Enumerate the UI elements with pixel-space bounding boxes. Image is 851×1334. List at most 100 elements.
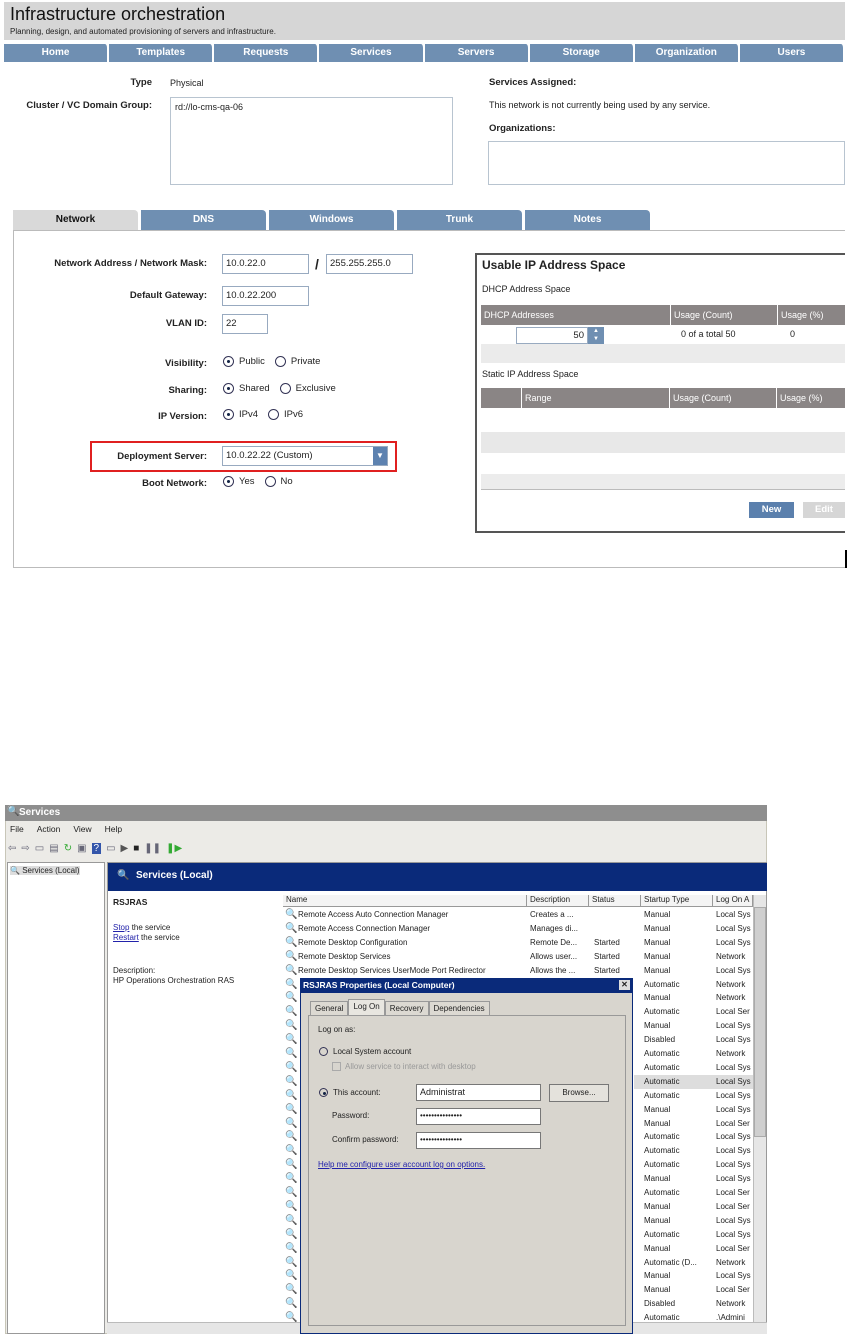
service-status[interactable]: Started: [594, 964, 620, 978]
restart-icon[interactable]: ❚▶: [166, 843, 182, 854]
service-logon[interactable]: Network: [716, 1256, 753, 1270]
allow-interact-checkbox[interactable]: [332, 1062, 341, 1072]
service-logon[interactable]: Local Sys: [716, 964, 753, 978]
service-logon[interactable]: Network: [716, 1047, 753, 1061]
service-description[interactable]: Creates a ...: [530, 908, 574, 922]
service-startup-type[interactable]: Automatic: [644, 1130, 680, 1144]
service-logon[interactable]: Local Ser: [716, 1117, 753, 1131]
network-mask-input[interactable]: 255.255.255.0: [326, 254, 413, 274]
service-description[interactable]: Manages di...: [530, 922, 578, 936]
service-name[interactable]: Remote Access Connection Manager: [298, 922, 430, 936]
confirm-password-input[interactable]: •••••••••••••••: [416, 1132, 541, 1149]
boot-yes-radio[interactable]: [223, 476, 234, 487]
service-logon[interactable]: Local Sys: [716, 1019, 753, 1033]
pause-icon[interactable]: ❚❚: [144, 843, 161, 854]
service-logon[interactable]: Local Sys: [716, 1075, 753, 1089]
service-startup-type[interactable]: Disabled: [644, 1033, 675, 1047]
tab-notes[interactable]: Notes: [525, 210, 650, 230]
tree-item-services-local[interactable]: 🔍 Services (Local): [10, 866, 80, 875]
nav-servers[interactable]: Servers: [424, 44, 530, 62]
service-logon[interactable]: Local Sys: [716, 1089, 753, 1103]
help-icon[interactable]: ?: [91, 843, 102, 854]
service-startup-type[interactable]: Automatic: [644, 1005, 680, 1019]
service-logon[interactable]: Local Sys: [716, 1103, 753, 1117]
chevron-down-icon[interactable]: ▼: [373, 447, 387, 465]
vertical-scrollbar[interactable]: [753, 895, 766, 1323]
tab-windows[interactable]: Windows: [269, 210, 394, 230]
back-icon[interactable]: ⇦: [8, 843, 16, 854]
browse-button[interactable]: Browse...: [549, 1084, 609, 1102]
export-list-icon[interactable]: ▣: [77, 843, 86, 854]
service-logon[interactable]: Local Ser: [716, 1283, 753, 1297]
service-startup-type[interactable]: Manual: [644, 991, 670, 1005]
service-logon[interactable]: Network: [716, 1297, 753, 1311]
scroll-thumb[interactable]: [754, 907, 766, 1137]
service-name[interactable]: Remote Desktop Services: [298, 950, 390, 964]
col-name[interactable]: Name: [283, 895, 527, 907]
service-logon[interactable]: Local Sys: [716, 1172, 753, 1186]
this-account-option[interactable]: This account:: [319, 1088, 381, 1098]
service-startup-type[interactable]: Manual: [644, 964, 670, 978]
service-startup-type[interactable]: Manual: [644, 1283, 670, 1297]
refresh-icon[interactable]: ↻: [64, 843, 72, 854]
col-description[interactable]: Description: [527, 895, 589, 907]
play-icon[interactable]: ▶: [121, 843, 129, 854]
service-startup-type[interactable]: Automatic (D...: [644, 1256, 697, 1270]
service-startup-type[interactable]: Automatic: [644, 1186, 680, 1200]
service-logon[interactable]: Local Sys: [716, 1061, 753, 1075]
password-input[interactable]: •••••••••••••••: [416, 1108, 541, 1125]
service-logon[interactable]: Local Sys: [716, 1228, 753, 1242]
export-icon[interactable]: ▤: [49, 843, 58, 854]
nav-home[interactable]: Home: [4, 44, 110, 62]
service-startup-type[interactable]: Manual: [644, 1019, 670, 1033]
service-logon[interactable]: Local Sys: [716, 1033, 753, 1047]
service-description[interactable]: Allows user...: [530, 950, 577, 964]
cluster-textarea[interactable]: rd://lo-cms-qa-06: [170, 97, 453, 185]
local-system-radio[interactable]: [319, 1047, 328, 1057]
service-description[interactable]: Remote De...: [530, 936, 577, 950]
sharing-exclusive-radio[interactable]: [279, 383, 291, 394]
service-logon[interactable]: Network: [716, 950, 753, 964]
sharing-shared-radio[interactable]: [223, 383, 234, 394]
visibility-private-radio[interactable]: [274, 356, 286, 367]
vlan-input[interactable]: 22: [222, 314, 268, 334]
tab-general[interactable]: General: [310, 1001, 349, 1015]
menu-file[interactable]: File: [10, 824, 24, 834]
tab-recovery[interactable]: Recovery: [384, 1001, 429, 1015]
local-system-option[interactable]: Local System account: [319, 1047, 411, 1057]
close-icon[interactable]: ✕: [619, 980, 630, 990]
service-logon[interactable]: Network: [716, 978, 753, 992]
service-startup-type[interactable]: Automatic: [644, 978, 680, 992]
service-logon[interactable]: Local Sys: [716, 1158, 753, 1172]
organizations-box[interactable]: [488, 141, 845, 185]
menu-help[interactable]: Help: [105, 824, 122, 834]
help-configure-link[interactable]: Help me configure user account log on op…: [318, 1160, 485, 1169]
service-name[interactable]: Remote Desktop Configuration: [298, 936, 407, 950]
service-startup-type[interactable]: Disabled: [644, 1297, 675, 1311]
service-startup-type[interactable]: Manual: [644, 950, 670, 964]
service-logon[interactable]: Local Ser: [716, 1005, 753, 1019]
stop-link[interactable]: Stop: [113, 923, 129, 932]
restart-link[interactable]: Restart: [113, 933, 139, 942]
service-name[interactable]: Remote Desktop Services UserMode Port Re…: [298, 964, 486, 978]
service-startup-type[interactable]: Automatic: [644, 1075, 680, 1089]
console-tree-icon[interactable]: ▭: [35, 843, 44, 854]
service-name[interactable]: Remote Access Auto Connection Manager: [298, 908, 448, 922]
stop-icon[interactable]: ■: [133, 843, 139, 854]
service-startup-type[interactable]: Manual: [644, 1214, 670, 1228]
service-startup-type[interactable]: Manual: [644, 1269, 670, 1283]
service-status[interactable]: Started: [594, 936, 620, 950]
service-logon[interactable]: Local Ser: [716, 1242, 753, 1256]
network-address-input[interactable]: 10.0.22.0: [222, 254, 309, 274]
service-startup-type[interactable]: Automatic: [644, 1158, 680, 1172]
service-status[interactable]: Started: [594, 950, 620, 964]
tab-trunk[interactable]: Trunk: [397, 210, 522, 230]
dhcp-count-input[interactable]: 50: [516, 327, 588, 344]
ipv6-radio[interactable]: [268, 409, 280, 420]
service-startup-type[interactable]: Manual: [644, 1172, 670, 1186]
service-logon[interactable]: Local Ser: [716, 1186, 753, 1200]
properties-icon[interactable]: ▭: [106, 843, 115, 854]
this-account-radio[interactable]: [319, 1088, 328, 1098]
nav-templates[interactable]: Templates: [109, 44, 215, 62]
allow-interact-option[interactable]: Allow service to interact with desktop: [332, 1062, 476, 1072]
